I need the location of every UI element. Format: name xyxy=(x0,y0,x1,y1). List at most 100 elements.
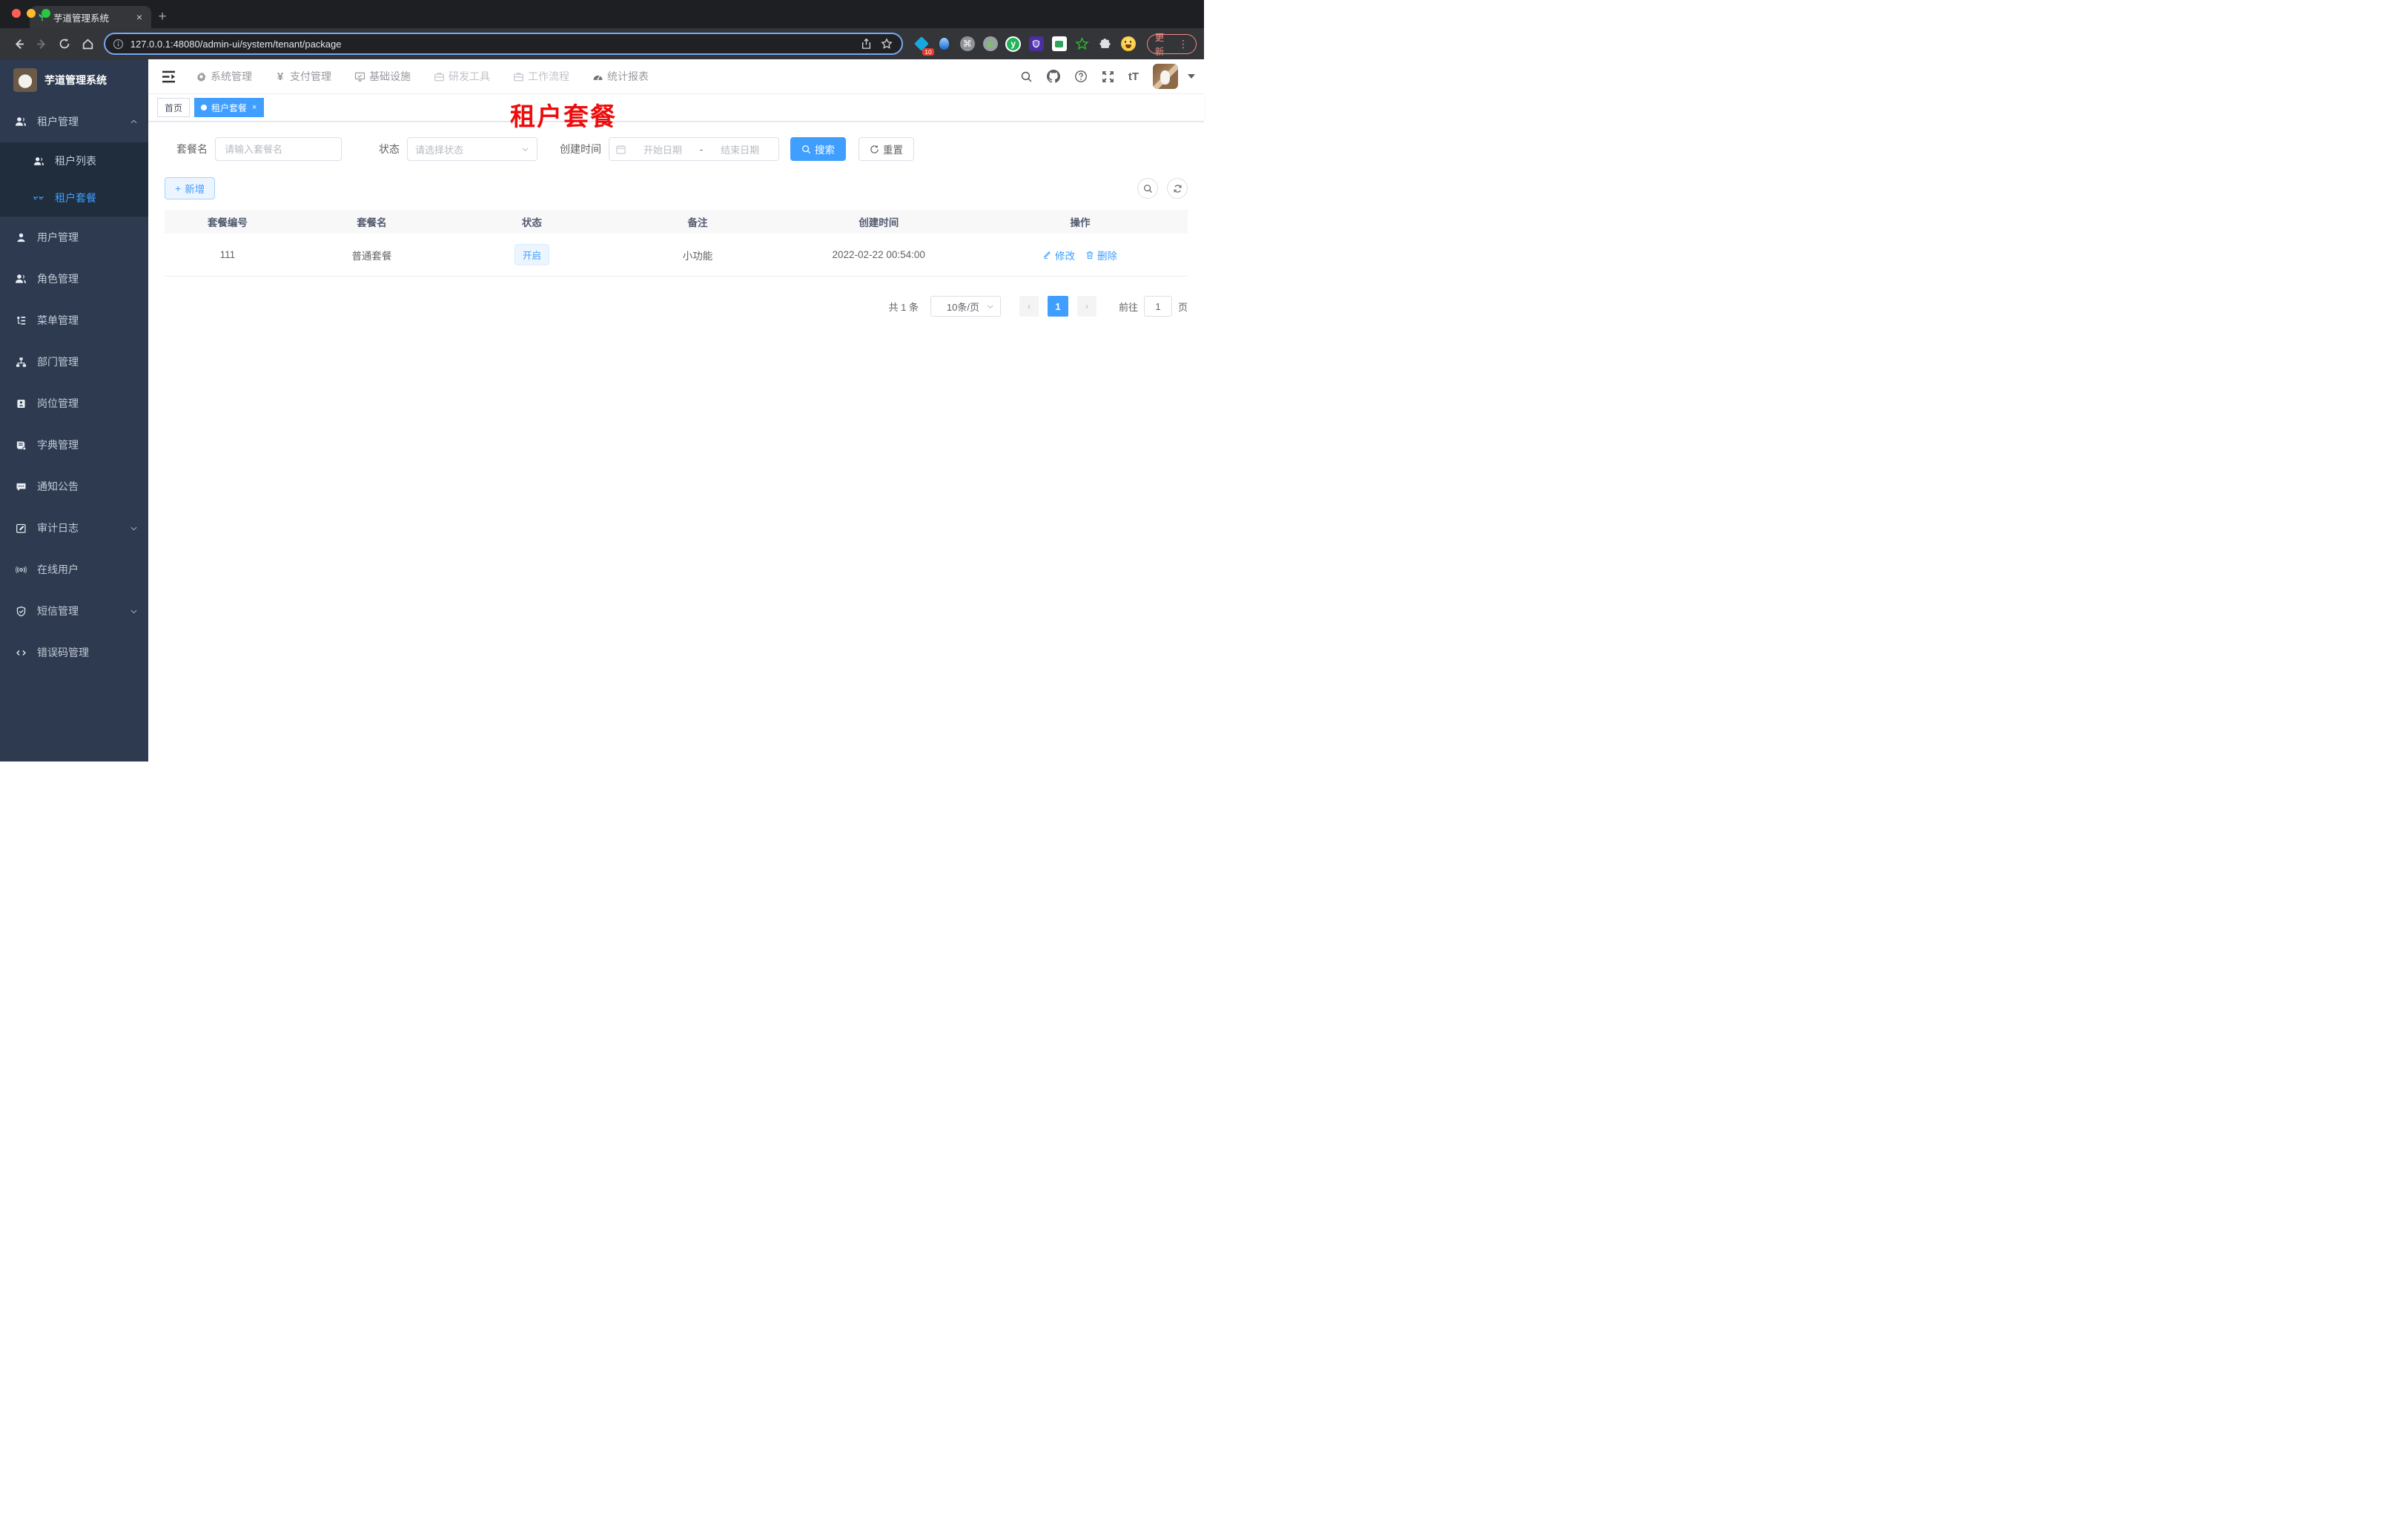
refresh-table-button[interactable] xyxy=(1167,178,1188,199)
sidebar-item-sms-management[interactable]: 短信管理 xyxy=(0,590,148,632)
url-bar[interactable]: 127.0.0.1:48080/admin-ui/system/tenant/p… xyxy=(103,33,903,55)
nav-item-statistics[interactable]: 统计报表 xyxy=(592,69,649,84)
help-icon[interactable] xyxy=(1074,70,1088,83)
nav-item-infrastructure[interactable]: 基础设施 xyxy=(354,69,411,84)
font-size-icon[interactable]: tT xyxy=(1128,70,1139,83)
badge-icon xyxy=(15,397,27,409)
nav-label: 研发工具 xyxy=(449,70,490,82)
status-select[interactable]: 请选择状态 xyxy=(407,137,538,161)
extension-record-icon[interactable] xyxy=(982,36,999,52)
sidebar-item-role-management[interactable]: 角色管理 xyxy=(0,258,148,300)
sidebar-item-tenant-list[interactable]: 租户列表 xyxy=(0,142,148,179)
nav-item-system[interactable]: 系统管理 xyxy=(195,69,252,84)
package-name-input[interactable] xyxy=(215,137,342,161)
sidebar-item-label: 租户管理 xyxy=(37,116,79,128)
pagination: 共 1 条 10条/页 ‹ 1 › 前往 页 xyxy=(148,296,1188,317)
column-header: 备注 xyxy=(687,217,708,228)
search-form: 套餐名 状态 请选择状态 创建时间 开始日期 - 结束日期 搜索 xyxy=(176,137,1204,161)
sidebar-collapse-icon[interactable] xyxy=(148,70,188,83)
extension-dashlane-icon[interactable]: 10 xyxy=(913,36,934,56)
tag-home[interactable]: 首页 xyxy=(157,98,191,117)
extension-gem-icon[interactable] xyxy=(936,36,953,52)
maximize-window-button[interactable] xyxy=(42,9,50,18)
sidebar-item-tenant-management[interactable]: 租户管理 xyxy=(0,101,148,142)
search-icon xyxy=(1143,184,1152,193)
extension-star-icon[interactable] xyxy=(1074,36,1091,52)
site-info-icon[interactable] xyxy=(113,38,125,50)
nav-item-workflow[interactable]: 工作流程 xyxy=(512,69,569,84)
avatar[interactable] xyxy=(1153,64,1178,89)
sidebar-item-label: 岗位管理 xyxy=(37,397,79,409)
tag-tenant-package[interactable]: 租户套餐 × xyxy=(194,98,265,117)
dictionary-icon xyxy=(15,439,27,451)
window-controls[interactable] xyxy=(12,9,50,18)
nav-label: 工作流程 xyxy=(528,70,569,82)
sidebar-item-label: 在线用户 xyxy=(37,564,79,575)
chevron-down-icon xyxy=(130,607,138,615)
packages-table: 套餐编号 套餐名 状态 备注 创建时间 操作 111 普通套餐 开启 小功能 2… xyxy=(165,210,1188,277)
nav-item-payment[interactable]: ¥ 支付管理 xyxy=(274,69,331,84)
share-icon[interactable] xyxy=(861,38,872,50)
search-icon[interactable] xyxy=(1020,70,1033,83)
home-icon[interactable] xyxy=(78,33,98,54)
start-date-placeholder[interactable]: 开始日期 xyxy=(631,142,695,156)
next-page-button[interactable]: › xyxy=(1076,296,1096,317)
sidebar-item-dictionary-management[interactable]: 字典管理 xyxy=(0,424,148,466)
prev-page-button[interactable]: ‹ xyxy=(1019,296,1039,317)
avatar-caret-icon[interactable] xyxy=(1188,74,1195,79)
sidebar-logo[interactable]: 芋道管理系统 xyxy=(0,59,148,101)
sidebar-item-online-users[interactable]: 在线用户 xyxy=(0,549,148,590)
goto-page-input[interactable] xyxy=(1143,296,1172,317)
bookmark-star-icon[interactable] xyxy=(881,38,893,50)
sidebar-item-menu-management[interactable]: 菜单管理 xyxy=(0,300,148,341)
github-icon[interactable] xyxy=(1046,70,1060,83)
add-button[interactable]: + 新增 xyxy=(165,177,216,199)
forward-icon[interactable] xyxy=(32,33,52,54)
sidebar-item-error-code-management[interactable]: 错误码管理 xyxy=(0,632,148,673)
url-text[interactable]: 127.0.0.1:48080/admin-ui/system/tenant/p… xyxy=(130,39,861,50)
sidebar-item-department-management[interactable]: 部门管理 xyxy=(0,341,148,383)
delete-link[interactable]: 删除 xyxy=(1085,248,1117,262)
search-button[interactable]: 搜索 xyxy=(790,137,846,161)
reset-button[interactable]: 重置 xyxy=(859,137,914,161)
sidebar-item-audit-log[interactable]: 审计日志 xyxy=(0,507,148,549)
browser-menu-kebab-icon[interactable]: ⋮ xyxy=(1178,38,1188,50)
extension-shield-icon[interactable] xyxy=(1028,36,1045,52)
edit-link[interactable]: 修改 xyxy=(1043,248,1075,262)
sidebar-item-label: 菜单管理 xyxy=(37,314,79,326)
page-unit-label: 页 xyxy=(1177,301,1188,313)
gear-icon xyxy=(195,70,207,82)
sidebar-item-user-management[interactable]: 用户管理 xyxy=(0,217,148,258)
eyelash-icon xyxy=(33,192,44,204)
fullscreen-icon[interactable] xyxy=(1102,70,1114,83)
chevron-down-icon xyxy=(522,147,529,151)
tab-close-icon[interactable]: × xyxy=(134,11,145,23)
status-placeholder: 请选择状态 xyxy=(415,144,464,156)
end-date-placeholder[interactable]: 结束日期 xyxy=(708,142,772,156)
extension-command-icon[interactable]: ⌘ xyxy=(959,36,976,52)
nav-item-dev-tools[interactable]: 研发工具 xyxy=(433,69,490,84)
extensions-puzzle-icon[interactable] xyxy=(1097,36,1114,52)
error-code-icon xyxy=(15,647,27,658)
tag-close-icon[interactable]: × xyxy=(252,103,257,112)
back-icon[interactable] xyxy=(9,33,29,54)
sidebar-item-notice-announcement[interactable]: 通知公告 xyxy=(0,466,148,507)
online-users-icon xyxy=(15,564,27,575)
minimize-window-button[interactable] xyxy=(27,9,36,18)
page-size-select[interactable]: 10条/页 xyxy=(930,296,1001,317)
app-header: 系统管理 ¥ 支付管理 基础设施 研发工具 工作流程 统计报表 tT xyxy=(148,59,1204,94)
extension-emoji-icon[interactable] xyxy=(1120,36,1137,52)
date-range-picker[interactable]: 开始日期 - 结束日期 xyxy=(609,137,779,161)
sidebar-item-tenant-package[interactable]: 租户套餐 xyxy=(0,179,148,217)
nav-label: 系统管理 xyxy=(211,70,252,82)
sidebar-item-post-management[interactable]: 岗位管理 xyxy=(0,383,148,424)
reload-icon[interactable] xyxy=(55,33,75,54)
new-tab-button[interactable]: + xyxy=(151,6,173,28)
extension-chat-icon[interactable] xyxy=(1051,36,1068,52)
sms-shield-icon xyxy=(15,605,27,617)
toggle-search-button[interactable] xyxy=(1137,178,1158,199)
browser-update-button[interactable]: 更新 ⋮ xyxy=(1146,33,1197,57)
extension-y-icon[interactable]: y xyxy=(1005,36,1022,52)
current-page-button[interactable]: 1 xyxy=(1047,296,1068,317)
close-window-button[interactable] xyxy=(12,9,21,18)
